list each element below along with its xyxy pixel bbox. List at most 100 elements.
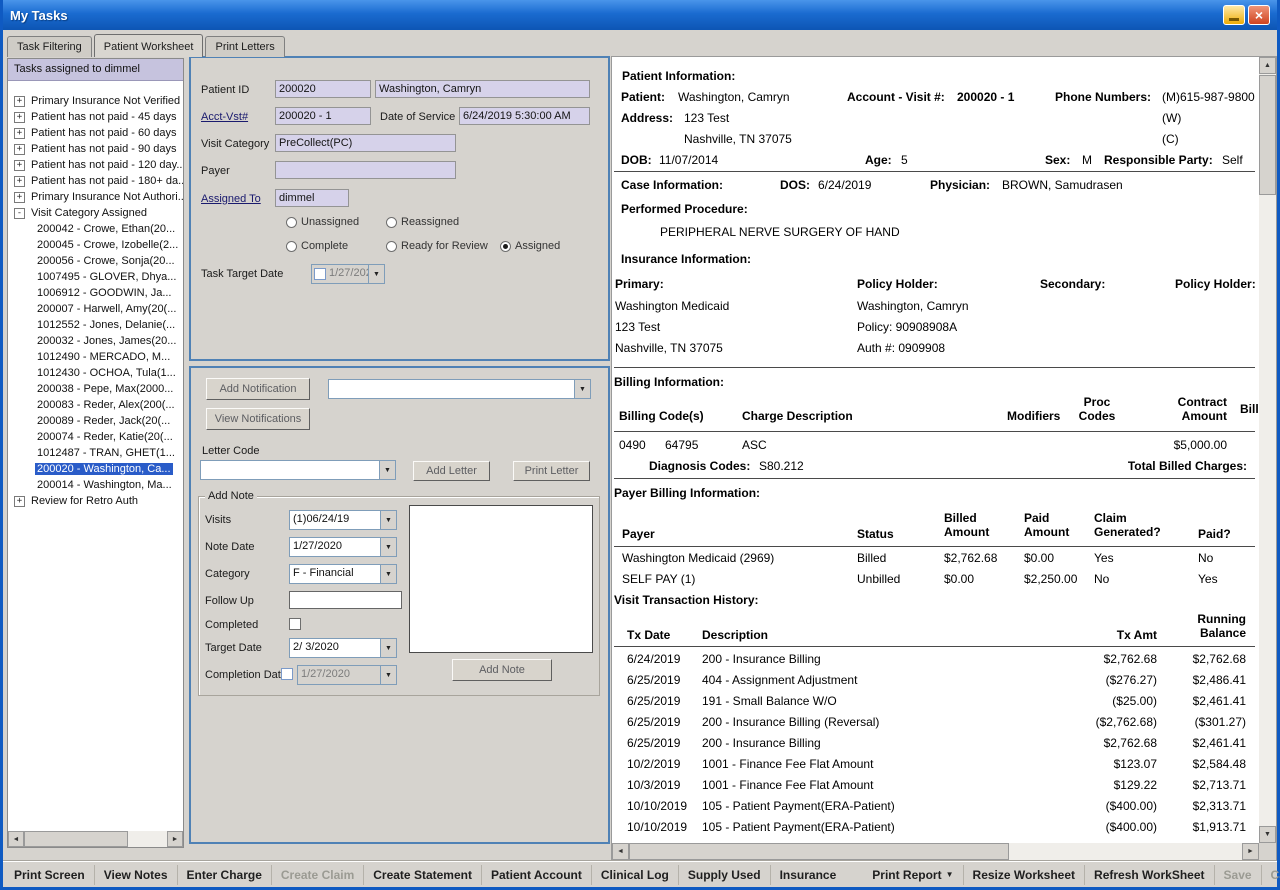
completion-date-checkbox[interactable] [281,668,293,680]
status-radio[interactable]: Unassigned [286,216,386,228]
completed-checkbox[interactable] [289,618,301,630]
task-target-date-checkbox[interactable] [314,268,326,280]
tree-item[interactable]: 200038 - Pepe, Max(2000... [8,381,183,397]
note-date-picker[interactable]: 1/27/2020 ▼ [289,537,397,557]
statusbar-print-screen[interactable]: Print Screen [5,865,95,885]
expand-icon[interactable]: + [14,96,25,107]
note-text-input[interactable] [409,505,593,653]
tree-item[interactable]: + Primary Insurance Not Verified [8,93,183,109]
tree-item[interactable]: 200020 - Washington, Ca... [8,461,183,477]
status-radio[interactable]: Assigned [500,240,600,252]
expand-icon[interactable]: + [14,176,25,187]
chevron-down-icon[interactable]: ▼ [368,265,384,283]
tree-item[interactable]: - Visit Category Assigned [8,205,183,221]
follow-up-input[interactable] [289,591,402,609]
patient-id-field[interactable]: 200020 [275,80,371,98]
tree-horizontal-scrollbar[interactable]: ◄ ► [8,831,183,847]
calendar-dropdown-icon[interactable]: ▼ [380,538,396,556]
statusbar-create-statement[interactable]: Create Statement [364,865,482,885]
expand-icon[interactable]: + [14,112,25,123]
tab-print-letters[interactable]: Print Letters [205,36,284,57]
acct-vst-link[interactable]: Acct-Vst# [201,111,248,123]
tree-item[interactable]: + Patient has not paid - 120 day... [8,157,183,173]
chevron-down-icon[interactable]: ▼ [380,565,396,583]
tree-item[interactable]: 200083 - Reder, Alex(200(... [8,397,183,413]
scroll-right-icon[interactable]: ► [167,831,183,847]
statusbar-enter-charge[interactable]: Enter Charge [178,865,272,885]
add-note-button[interactable]: Add Note [452,659,552,681]
status-radio[interactable]: Reassigned [386,216,500,228]
tree-item[interactable]: 200007 - Harwell, Amy(20(... [8,301,183,317]
scroll-left-icon[interactable]: ◄ [8,831,24,847]
tree-item[interactable]: 200074 - Reder, Katie(20(... [8,429,183,445]
expand-icon[interactable]: + [14,144,25,155]
close-button[interactable]: × [1248,5,1270,25]
tree-item[interactable]: 200014 - Washington, Ma... [8,477,183,493]
tree-item[interactable]: 1007495 - GLOVER, Dhya... [8,269,183,285]
task-target-date-picker[interactable]: 1/27/2020 ▼ [311,264,385,284]
tree-item[interactable]: 200032 - Jones, James(20... [8,333,183,349]
worksheet-vertical-scrollbar[interactable]: ▲ ▼ [1259,57,1276,843]
target-date-picker[interactable]: 2/ 3/2020 ▼ [289,638,397,658]
tree-item[interactable]: + Patient has not paid - 90 days [8,141,183,157]
statusbar-patient-account[interactable]: Patient Account [482,865,592,885]
tree-item[interactable]: 200045 - Crowe, Izobelle(2... [8,237,183,253]
visits-select[interactable]: (1)06/24/19 ▼ [289,510,397,530]
assigned-to-field[interactable]: dimmel [275,189,349,207]
statusbar-refresh-worksheet[interactable]: Refresh WorkSheet [1085,865,1214,885]
statusbar-insurance[interactable]: Insurance [771,865,846,885]
scrollbar-thumb[interactable] [629,843,1009,860]
tree-item[interactable]: 1012490 - MERCADO, M... [8,349,183,365]
chevron-down-icon[interactable]: ▼ [574,380,590,398]
date-of-service-field[interactable]: 6/24/2019 5:30:00 AM [459,107,590,125]
chevron-down-icon[interactable]: ▼ [379,461,395,479]
scroll-left-icon[interactable]: ◄ [612,843,629,860]
statusbar-view-notes[interactable]: View Notes [95,865,178,885]
tree-item[interactable]: 200089 - Reder, Jack(20(... [8,413,183,429]
scroll-up-icon[interactable]: ▲ [1259,57,1276,74]
tree-item[interactable]: 1012430 - OCHOA, Tula(1... [8,365,183,381]
tab-task-filtering[interactable]: Task Filtering [7,36,92,57]
statusbar-clinical-log[interactable]: Clinical Log [592,865,679,885]
completion-date-picker[interactable]: 1/27/2020 ▼ [297,665,397,685]
category-select[interactable]: F - Financial ▼ [289,564,397,584]
scrollbar-thumb[interactable] [24,831,128,847]
scroll-down-icon[interactable]: ▼ [1259,826,1276,843]
expand-icon[interactable]: + [14,128,25,139]
acct-vst-field[interactable]: 200020 - 1 [275,107,371,125]
expand-icon[interactable]: - [14,208,25,219]
assigned-to-link[interactable]: Assigned To [201,193,261,205]
expand-icon[interactable]: + [14,160,25,171]
expand-icon[interactable]: + [14,496,25,507]
print-letter-button[interactable]: Print Letter [513,461,590,481]
letter-code-select[interactable]: ▼ [200,460,396,480]
chevron-down-icon[interactable]: ▼ [380,511,396,529]
tree-item[interactable]: 200056 - Crowe, Sonja(20... [8,253,183,269]
add-notification-button[interactable]: Add Notification [206,378,310,400]
statusbar-supply-used[interactable]: Supply Used [679,865,771,885]
tree-item[interactable]: + Patient has not paid - 180+ da... [8,173,183,189]
calendar-dropdown-icon[interactable]: ▼ [380,639,396,657]
add-letter-button[interactable]: Add Letter [413,461,490,481]
patient-name-field[interactable]: Washington, Camryn [375,80,590,98]
payer-field[interactable] [275,161,456,179]
minimize-button[interactable] [1223,5,1245,25]
notification-select[interactable]: ▼ [328,379,591,399]
scrollbar-thumb[interactable] [1259,75,1276,195]
statusbar-print-report[interactable]: Print Report ▼ [863,865,963,885]
calendar-dropdown-icon[interactable]: ▼ [380,666,396,684]
worksheet-horizontal-scrollbar[interactable]: ◄ ► [612,843,1259,860]
tree-item[interactable]: 200042 - Crowe, Ethan(20... [8,221,183,237]
tree-item[interactable]: 1006912 - GOODWIN, Ja... [8,285,183,301]
view-notifications-button[interactable]: View Notifications [206,408,310,430]
tab-patient-worksheet[interactable]: Patient Worksheet [94,34,204,57]
tree-item[interactable]: + Patient has not paid - 45 days [8,109,183,125]
tree-item[interactable]: + Review for Retro Auth [8,493,183,509]
scroll-right-icon[interactable]: ► [1242,843,1259,860]
status-radio[interactable]: Complete [286,240,386,252]
tree-item[interactable]: + Primary Insurance Not Authori... [8,189,183,205]
status-radio[interactable]: Ready for Review [386,240,500,252]
statusbar-resize-worksheet[interactable]: Resize Worksheet [964,865,1086,885]
visit-category-field[interactable]: PreCollect(PC) [275,134,456,152]
tree-item[interactable]: 1012487 - TRAN, GHET(1... [8,445,183,461]
